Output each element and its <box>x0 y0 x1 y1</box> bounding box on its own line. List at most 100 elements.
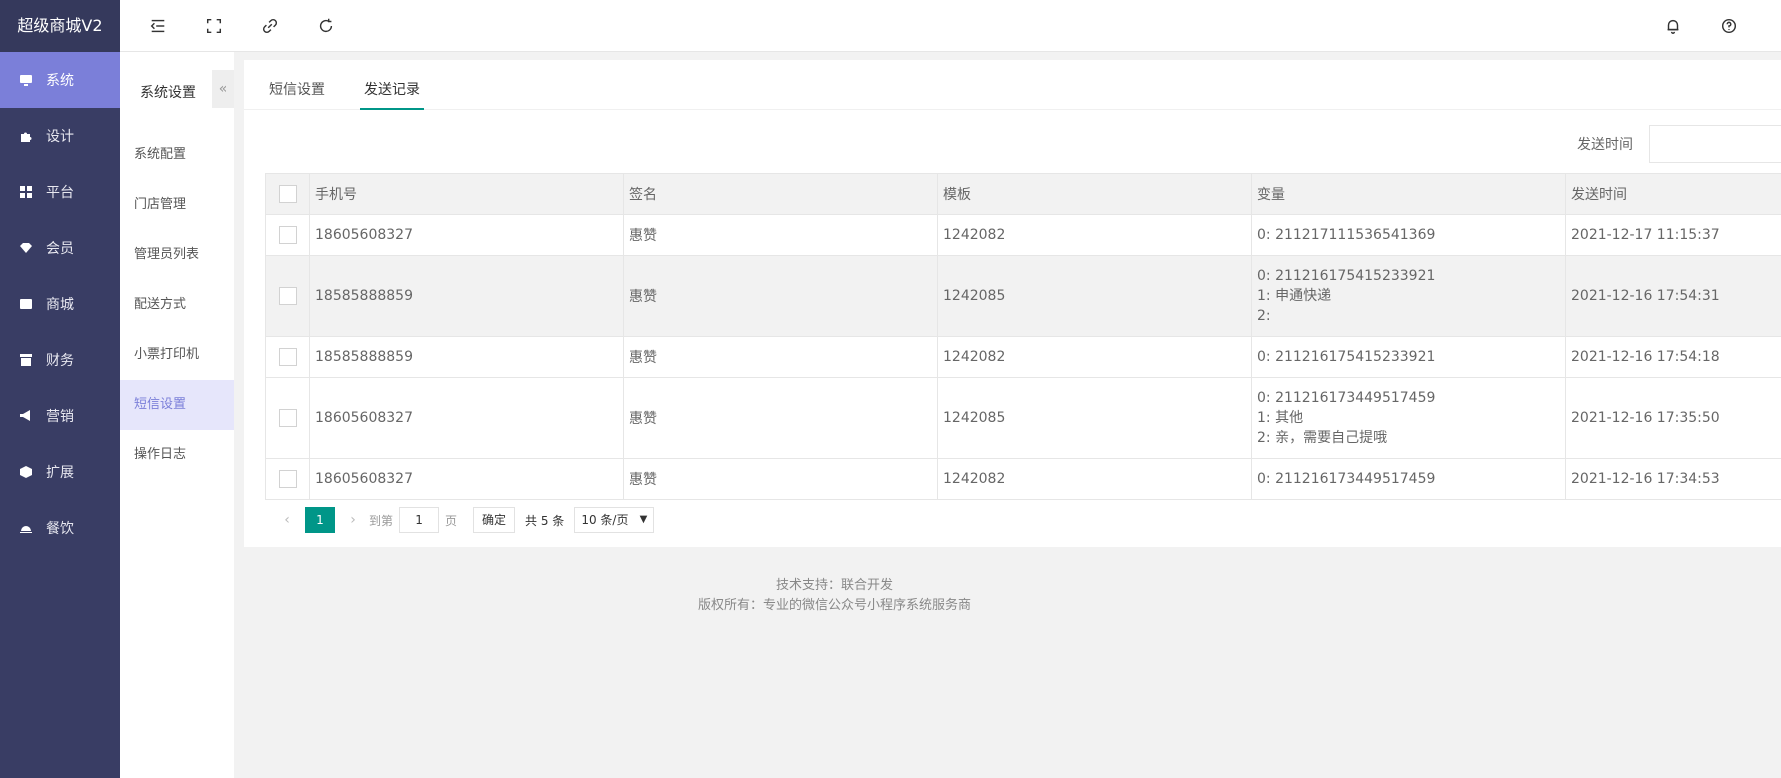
table-row[interactable]: 18585888859 惠赞 1242082 0: 21121617541523392… <box>265 336 1781 378</box>
send-time-filter-input[interactable] <box>1649 125 1781 163</box>
col-header-phone[interactable]: 手机号 <box>309 173 624 215</box>
tab-send-records[interactable]: 发送记录 <box>364 79 420 99</box>
cell-template: 1242085 <box>937 377 1252 459</box>
nav-item-0[interactable]: 系统 <box>0 52 120 108</box>
nav-item-5[interactable]: 财务 <box>0 332 120 388</box>
row-checkbox[interactable] <box>278 287 297 305</box>
col-header-vars[interactable]: 变量 <box>1251 173 1566 215</box>
row-checkbox[interactable] <box>278 348 297 366</box>
brand-logo: 超级商城V2 <box>0 0 120 52</box>
nav-item-label: 商城 <box>46 297 74 313</box>
col-header-send-time[interactable]: 发送时间 <box>1565 173 1781 215</box>
page-label: 页 <box>445 513 458 528</box>
next-page-icon[interactable]: › <box>343 512 363 528</box>
cell-phone: 18605608327 <box>309 214 624 256</box>
row-select-cell <box>265 336 310 378</box>
settings-menu-item[interactable]: 配送方式 <box>120 280 234 330</box>
footer-support: 技术支持：联合开发 <box>775 578 893 593</box>
var-line: 0: 211216173449517459 <box>1257 390 1436 406</box>
cell-send-time: 2021-12-16 17:54:31 <box>1565 255 1781 337</box>
puzzle-icon <box>18 128 34 144</box>
settings-menu-item[interactable]: 管理员列表 <box>120 230 234 280</box>
row-select-cell <box>265 214 310 256</box>
menu-toggle-icon[interactable] <box>148 16 168 36</box>
settings-sidebar-title: 系统设置 <box>140 85 196 101</box>
page-size-select[interactable]: 10 条/页 ▼ <box>574 507 655 533</box>
settings-menu-item[interactable]: 系统配置 <box>120 130 234 180</box>
table-row[interactable]: 18585888859 惠赞 1242085 0: 21121617541523392… <box>265 255 1781 337</box>
cell-template: 1242082 <box>937 458 1252 500</box>
nav-item-7[interactable]: 扩展 <box>0 444 120 500</box>
nav-item-1[interactable]: 设计 <box>0 108 120 164</box>
cell-sign: 惠赞 <box>623 255 938 337</box>
cell-template: 1242082 <box>937 214 1252 256</box>
table-body: 18605608327 惠赞 1242082 0: 21121711153654136… <box>265 214 1781 500</box>
prev-page-icon[interactable]: ‹ <box>277 512 297 528</box>
cell-sign: 惠赞 <box>623 458 938 500</box>
nav-item-label: 营销 <box>46 409 74 425</box>
link-icon[interactable] <box>260 16 280 36</box>
cell-send-time: 2021-12-16 17:54:18 <box>1565 336 1781 378</box>
goto-label: 到第 <box>369 513 394 528</box>
current-page[interactable]: 1 <box>305 507 335 533</box>
help-icon[interactable] <box>1719 16 1739 36</box>
nav-item-6[interactable]: 营销 <box>0 388 120 444</box>
select-all-checkbox[interactable] <box>278 185 297 203</box>
collapse-icon[interactable]: « <box>212 70 234 108</box>
col-header-sign[interactable]: 签名 <box>623 173 938 215</box>
table-row[interactable]: 18605608327 惠赞 1242082 0: 21121617344951745… <box>265 458 1781 500</box>
settings-menu-item[interactable]: 小票打印机 <box>120 330 234 380</box>
cell-phone: 18605608327 <box>309 458 624 500</box>
cell-send-time: 2021-12-17 11:15:37 <box>1565 214 1781 256</box>
cell-vars: 0: 211216175415233921 1: 申通快递 2: <box>1251 255 1566 337</box>
top-header <box>120 0 1781 52</box>
monitor-icon <box>18 72 34 88</box>
nav-item-8[interactable]: 餐饮 <box>0 500 120 556</box>
nav-item-label: 平台 <box>46 185 74 201</box>
settings-menu-item[interactable]: 门店管理 <box>120 180 234 230</box>
nav-item-4[interactable]: 商城 <box>0 276 120 332</box>
nav-item-2[interactable]: 平台 <box>0 164 120 220</box>
archive-icon <box>18 352 34 368</box>
cell-send-time: 2021-12-16 17:35:50 <box>1565 377 1781 459</box>
var-line: 1: 申通快递 <box>1257 288 1332 304</box>
select-all-cell <box>265 173 310 215</box>
goto-page-input[interactable]: 1 <box>399 507 440 533</box>
nav-item-label: 设计 <box>46 129 74 145</box>
col-header-template[interactable]: 模板 <box>937 173 1252 215</box>
settings-menu-item[interactable]: 操作日志 <box>120 430 234 480</box>
send-records-table: 手机号 签名 模板 变量 发送时间 18605608327 惠赞 1242082 0:… <box>265 173 1781 500</box>
row-checkbox[interactable] <box>278 470 297 488</box>
mail-icon <box>18 296 34 312</box>
row-checkbox[interactable] <box>278 409 297 427</box>
footer-copyright: 版权所有：专业的微信公众号小程序系统服务商 <box>697 598 971 613</box>
settings-sidebar: 系统设置 « 系统配置 门店管理 管理员列表 配送方式 小票打印机 短信设置 操作日志 <box>120 52 234 778</box>
nav-item-label: 会员 <box>46 241 74 257</box>
cell-phone: 18605608327 <box>309 377 624 459</box>
cell-sign: 惠赞 <box>623 377 938 459</box>
nav-item-3[interactable]: 会员 <box>0 220 120 276</box>
fullscreen-icon[interactable] <box>204 16 224 36</box>
table-row[interactable]: 18605608327 惠赞 1242085 0: 21121617344951745… <box>265 377 1781 459</box>
cell-vars: 0: 211216173449517459 1: 其他 2: 亲，需要自己提哦 <box>1251 377 1566 459</box>
settings-menu-item[interactable]: 短信设置 <box>120 380 234 430</box>
var-line: 0: 211217111536541369 <box>1257 227 1436 243</box>
cube-icon <box>18 464 34 480</box>
var-line: 2: 亲，需要自己提哦 <box>1257 430 1388 446</box>
var-line: 2: <box>1257 308 1271 324</box>
cell-phone: 18585888859 <box>309 255 624 337</box>
var-line: 1: 其他 <box>1257 410 1304 426</box>
var-line: 0: 211216175415233921 <box>1257 268 1436 284</box>
row-select-cell <box>265 255 310 337</box>
var-line: 0: 211216175415233921 <box>1257 349 1436 365</box>
pagination: ‹ 1 › 到第 1 页 确定 共 5 条 10 条/页 ▼ <box>277 506 655 534</box>
megaphone-icon <box>18 408 34 424</box>
tab-sms-settings[interactable]: 短信设置 <box>269 79 325 99</box>
refresh-icon[interactable] <box>316 16 336 36</box>
cell-phone: 18585888859 <box>309 336 624 378</box>
row-checkbox[interactable] <box>278 226 297 244</box>
goto-confirm-button[interactable]: 确定 <box>473 507 516 533</box>
notification-bell-icon[interactable] <box>1663 16 1683 36</box>
bell-tray-icon <box>18 520 34 536</box>
table-row[interactable]: 18605608327 惠赞 1242082 0: 21121711153654136… <box>265 214 1781 256</box>
